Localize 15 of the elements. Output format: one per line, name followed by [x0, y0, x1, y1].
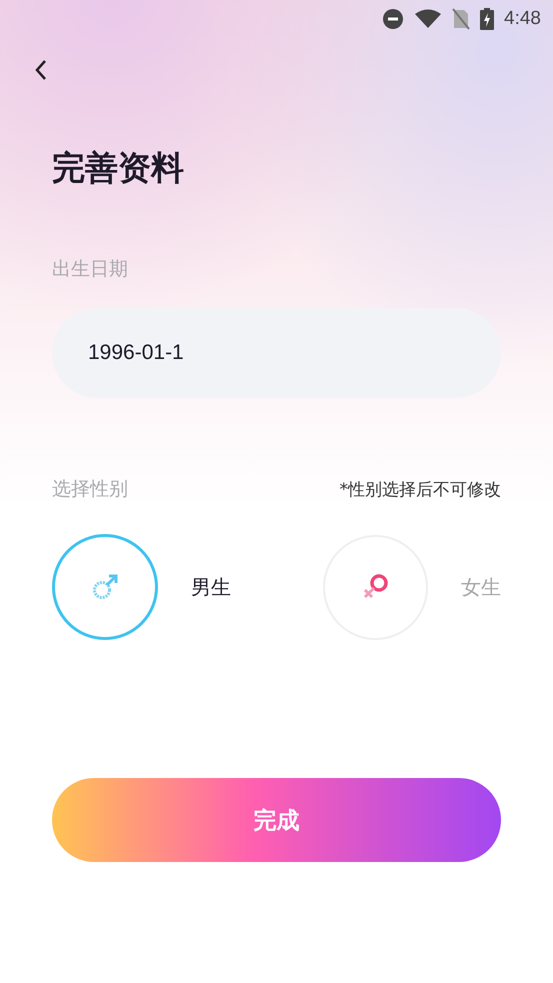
no-sim-icon	[452, 8, 470, 30]
field-label: 出生日期	[52, 257, 129, 282]
page-title: 完善资料	[52, 147, 185, 189]
battery-charging-icon	[480, 8, 494, 30]
back-icon[interactable]	[34, 59, 48, 81]
gender-option-label: 男生	[191, 574, 231, 600]
gender-option-label: 女生	[461, 574, 501, 600]
status-time: 4:48	[504, 8, 541, 30]
female-symbol-icon	[362, 573, 390, 601]
male-symbol-icon	[91, 573, 119, 601]
wifi-icon	[414, 9, 442, 29]
birth-date-field[interactable]: 1996-01-1	[52, 308, 501, 398]
field-label: 选择性别	[52, 477, 128, 502]
gender-note: *性别选择后不可修改	[340, 478, 501, 500]
do-not-disturb-icon	[382, 8, 404, 30]
